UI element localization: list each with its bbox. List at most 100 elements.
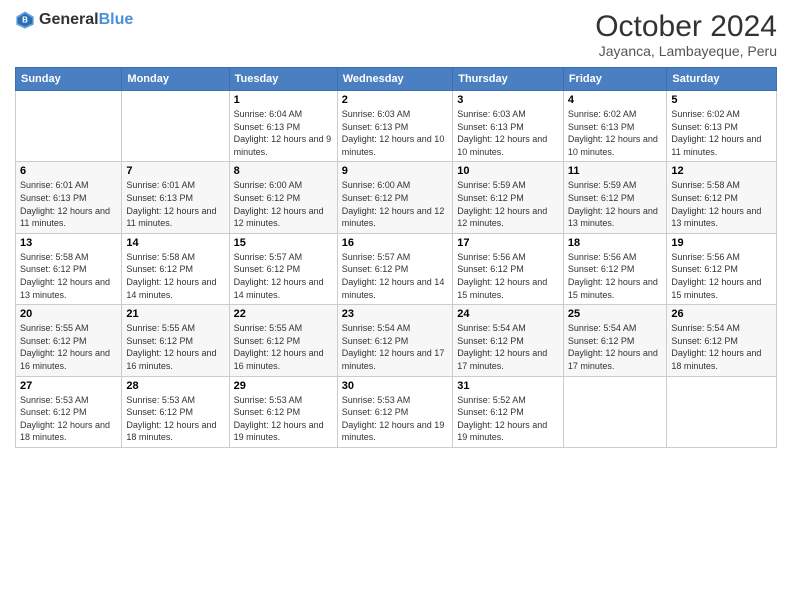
calendar-header: Sunday Monday Tuesday Wednesday Thursday… — [16, 68, 777, 91]
day-number: 12 — [671, 165, 772, 177]
day-info: Sunrise: 5:53 AMSunset: 6:12 PMDaylight:… — [342, 394, 448, 444]
day-info: Sunrise: 5:59 AMSunset: 6:12 PMDaylight:… — [568, 179, 663, 229]
table-row: 4Sunrise: 6:02 AMSunset: 6:13 PMDaylight… — [563, 91, 667, 162]
day-number: 5 — [671, 94, 772, 106]
title-block: October 2024 Jayanca, Lambayeque, Peru — [595, 10, 777, 59]
table-row: 16 Sunrise: 5:57 AMSunset: 6:12 PMDayligh… — [337, 233, 452, 304]
day-number: 14 — [126, 237, 224, 249]
svg-text:B: B — [22, 16, 28, 25]
day-number: 3 — [457, 94, 559, 106]
calendar-table: Sunday Monday Tuesday Wednesday Thursday… — [15, 67, 777, 448]
table-row: 7Sunrise: 6:01 AMSunset: 6:13 PMDaylight… — [122, 162, 229, 233]
table-row: 28Sunrise: 5:53 AMSunset: 6:12 PMDayligh… — [122, 376, 229, 447]
table-row: 9 Sunrise: 6:00 AMSunset: 6:12 PMDaylight… — [337, 162, 452, 233]
day-info: Sunrise: 5:58 AMSunset: 6:12 PMDaylight:… — [20, 251, 117, 301]
table-row — [667, 376, 777, 447]
table-row: 20 Sunrise: 5:55 AMSunset: 6:12 PMDayligh… — [16, 305, 122, 376]
col-thursday: Thursday — [453, 68, 564, 91]
table-row: 14 Sunrise: 5:58 AMSunset: 6:12 PMDayligh… — [122, 233, 229, 304]
day-number: 24 — [457, 308, 559, 320]
day-number: 26 — [671, 308, 772, 320]
table-row: 27 Sunrise: 5:53 AMSunset: 6:12 PMDayligh… — [16, 376, 122, 447]
calendar-week-3: 13Sunrise: 5:58 AMSunset: 6:12 PMDayligh… — [16, 233, 777, 304]
day-number: 1 — [234, 94, 333, 106]
table-row: 31 Sunrise: 5:52 AMSunset: 6:12 PMDayligh… — [453, 376, 564, 447]
day-number: 8 — [234, 165, 333, 177]
day-info: Sunrise: 6:01 AMSunset: 6:13 PMDaylight:… — [126, 179, 224, 229]
table-row — [563, 376, 667, 447]
day-number: 21 — [126, 308, 224, 320]
table-row: 30Sunrise: 5:53 AMSunset: 6:12 PMDayligh… — [337, 376, 452, 447]
col-sunday: Sunday — [16, 68, 122, 91]
day-info: Sunrise: 6:01 AMSunset: 6:13 PMDaylight:… — [20, 179, 117, 229]
header: B GeneralBlue October 2024 Jayanca, Lamb… — [15, 10, 777, 59]
day-info: Sunrise: 5:57 AMSunset: 6:12 PMDaylight:… — [342, 251, 448, 301]
calendar-week-2: 6 Sunrise: 6:01 AMSunset: 6:13 PMDaylight… — [16, 162, 777, 233]
day-info: Sunrise: 6:00 AMSunset: 6:12 PMDaylight:… — [342, 179, 448, 229]
table-row — [122, 91, 229, 162]
day-info: Sunrise: 5:59 AMSunset: 6:12 PMDaylight:… — [457, 179, 559, 229]
day-number: 23 — [342, 308, 448, 320]
calendar-body: 1 Sunrise: 6:04 AMSunset: 6:13 PMDaylight… — [16, 91, 777, 448]
day-number: 31 — [457, 380, 559, 392]
day-info: Sunrise: 5:56 AMSunset: 6:12 PMDaylight:… — [457, 251, 559, 301]
day-number: 6 — [20, 165, 117, 177]
col-tuesday: Tuesday — [229, 68, 337, 91]
day-info: Sunrise: 6:04 AMSunset: 6:13 PMDaylight:… — [234, 108, 333, 158]
table-row: 23Sunrise: 5:54 AMSunset: 6:12 PMDayligh… — [337, 305, 452, 376]
table-row: 22 Sunrise: 5:55 AMSunset: 6:12 PMDayligh… — [229, 305, 337, 376]
table-row: 1 Sunrise: 6:04 AMSunset: 6:13 PMDaylight… — [229, 91, 337, 162]
day-info: Sunrise: 5:58 AMSunset: 6:12 PMDaylight:… — [126, 251, 224, 301]
day-info: Sunrise: 5:56 AMSunset: 6:12 PMDaylight:… — [671, 251, 772, 301]
day-number: 16 — [342, 237, 448, 249]
day-info: Sunrise: 5:56 AMSunset: 6:12 PMDaylight:… — [568, 251, 663, 301]
table-row: 2 Sunrise: 6:03 AMSunset: 6:13 PMDaylight… — [337, 91, 452, 162]
table-row: 5Sunrise: 6:02 AMSunset: 6:13 PMDaylight… — [667, 91, 777, 162]
day-number: 2 — [342, 94, 448, 106]
day-info: Sunrise: 5:55 AMSunset: 6:12 PMDaylight:… — [20, 322, 117, 372]
day-number: 18 — [568, 237, 663, 249]
table-row: 21 Sunrise: 5:55 AMSunset: 6:12 PMDayligh… — [122, 305, 229, 376]
day-info: Sunrise: 5:53 AMSunset: 6:12 PMDaylight:… — [126, 394, 224, 444]
day-info: Sunrise: 6:03 AMSunset: 6:13 PMDaylight:… — [457, 108, 559, 158]
day-info: Sunrise: 6:00 AMSunset: 6:12 PMDaylight:… — [234, 179, 333, 229]
calendar-week-5: 27 Sunrise: 5:53 AMSunset: 6:12 PMDayligh… — [16, 376, 777, 447]
day-info: Sunrise: 5:55 AMSunset: 6:12 PMDaylight:… — [126, 322, 224, 372]
day-info: Sunrise: 5:54 AMSunset: 6:12 PMDaylight:… — [457, 322, 559, 372]
day-number: 11 — [568, 165, 663, 177]
day-info: Sunrise: 5:52 AMSunset: 6:12 PMDaylight:… — [457, 394, 559, 444]
header-row: Sunday Monday Tuesday Wednesday Thursday… — [16, 68, 777, 91]
day-info: Sunrise: 5:57 AMSunset: 6:12 PMDaylight:… — [234, 251, 333, 301]
day-number: 25 — [568, 308, 663, 320]
location-title: Jayanca, Lambayeque, Peru — [595, 43, 777, 59]
table-row: 18 Sunrise: 5:56 AMSunset: 6:12 PMDayligh… — [563, 233, 667, 304]
table-row: 26 Sunrise: 5:54 AMSunset: 6:12 PMDayligh… — [667, 305, 777, 376]
table-row: 3 Sunrise: 6:03 AMSunset: 6:13 PMDaylight… — [453, 91, 564, 162]
day-number: 15 — [234, 237, 333, 249]
day-info: Sunrise: 5:54 AMSunset: 6:12 PMDaylight:… — [568, 322, 663, 372]
day-info: Sunrise: 6:03 AMSunset: 6:13 PMDaylight:… — [342, 108, 448, 158]
day-number: 10 — [457, 165, 559, 177]
day-number: 20 — [20, 308, 117, 320]
table-row: 13Sunrise: 5:58 AMSunset: 6:12 PMDayligh… — [16, 233, 122, 304]
table-row — [16, 91, 122, 162]
day-info: Sunrise: 5:54 AMSunset: 6:12 PMDaylight:… — [671, 322, 772, 372]
page: B GeneralBlue October 2024 Jayanca, Lamb… — [0, 0, 792, 612]
table-row: 24 Sunrise: 5:54 AMSunset: 6:12 PMDayligh… — [453, 305, 564, 376]
table-row: 8 Sunrise: 6:00 AMSunset: 6:12 PMDaylight… — [229, 162, 337, 233]
table-row: 15 Sunrise: 5:57 AMSunset: 6:12 PMDayligh… — [229, 233, 337, 304]
day-number: 9 — [342, 165, 448, 177]
day-number: 27 — [20, 380, 117, 392]
day-number: 19 — [671, 237, 772, 249]
day-info: Sunrise: 5:53 AMSunset: 6:12 PMDaylight:… — [20, 394, 117, 444]
table-row: 17Sunrise: 5:56 AMSunset: 6:12 PMDayligh… — [453, 233, 564, 304]
col-wednesday: Wednesday — [337, 68, 452, 91]
day-info: Sunrise: 5:55 AMSunset: 6:12 PMDaylight:… — [234, 322, 333, 372]
table-row: 25 Sunrise: 5:54 AMSunset: 6:12 PMDayligh… — [563, 305, 667, 376]
day-info: Sunrise: 5:58 AMSunset: 6:12 PMDaylight:… — [671, 179, 772, 229]
day-number: 29 — [234, 380, 333, 392]
day-number: 22 — [234, 308, 333, 320]
table-row: 11 Sunrise: 5:59 AMSunset: 6:12 PMDayligh… — [563, 162, 667, 233]
logo-general: GeneralBlue — [39, 11, 133, 29]
table-row: 10 Sunrise: 5:59 AMSunset: 6:12 PMDayligh… — [453, 162, 564, 233]
